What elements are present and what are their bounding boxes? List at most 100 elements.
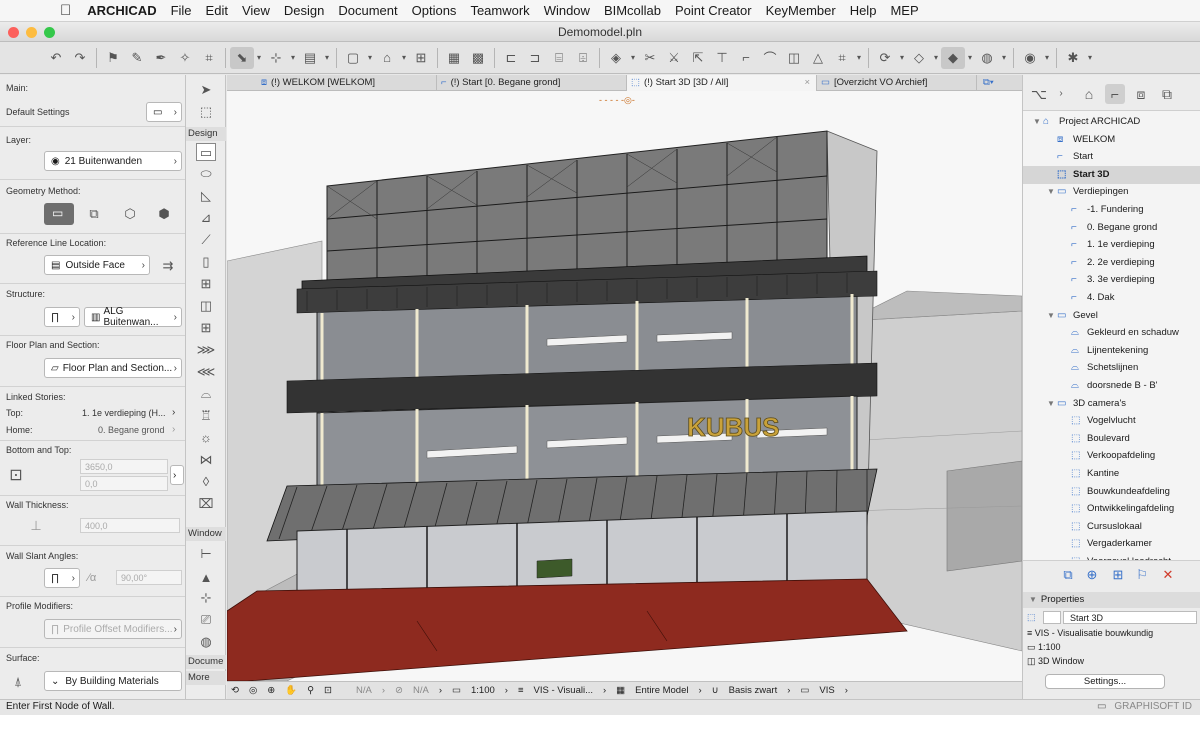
composite-selector[interactable]: ▥ ALG Buitenwan... › [84, 306, 182, 328]
navigator-item[interactable]: ⬚ Bouwkundeafdeling [1023, 483, 1170, 501]
favorites-button[interactable]: ▭ › [146, 102, 182, 122]
slab-icon[interactable]: ◺ [196, 187, 216, 205]
navigator-item[interactable]: ⬚ Cursuslokaal [1023, 518, 1142, 536]
measure-icon[interactable]: ⌗ [197, 47, 221, 69]
corner-icon[interactable]: ⌐ [734, 47, 758, 69]
chevron-down-icon[interactable]: ▾ [628, 47, 638, 69]
chevron-down-icon[interactable]: ▾ [1042, 47, 1052, 69]
new-folder-icon[interactable]: ⧉ [1059, 567, 1077, 585]
navigator-item[interactable]: ⌐ 1. 1e verdieping [1023, 236, 1155, 254]
menu-teamwork[interactable]: Teamwork [470, 3, 529, 18]
marquee-icon[interactable]: ⬚ [196, 103, 216, 121]
trim-icon[interactable]: ⊤ [710, 47, 734, 69]
object-icon[interactable]: ♖ [196, 407, 216, 425]
offset-icon[interactable]: ⇱ [686, 47, 710, 69]
navigator-item[interactable]: ▼ ⌂ Project ARCHICAD [1023, 113, 1140, 131]
teamwork-icon[interactable]: ⚑ [101, 47, 125, 69]
tab-list-button[interactable]: ⧉▾ [979, 75, 1021, 91]
distribute-icon[interactable]: ⊐ [523, 47, 547, 69]
guide-icon[interactable]: ▤ [298, 47, 322, 69]
toolbox-section-design[interactable]: Design [186, 127, 226, 141]
model-view-value[interactable]: Entire Model [635, 685, 688, 696]
chevron-down-icon[interactable]: ▾ [254, 47, 264, 69]
view-name-field[interactable]: Start 3D [1063, 611, 1197, 624]
navigator-item[interactable]: ⬚ Start 3D [1023, 165, 1200, 184]
curve-icon[interactable]: ⌒ [758, 47, 782, 69]
arrow-tool-icon[interactable]: ⬊ [230, 46, 254, 69]
scissors-icon[interactable]: ⚔ [662, 47, 686, 69]
settings-icon[interactable]: ⚐ [1133, 567, 1151, 585]
chevron-right-icon[interactable]: › [787, 685, 790, 696]
perspective-icon[interactable]: ◇ [907, 47, 931, 69]
hatch-icon[interactable]: ▩ [466, 47, 490, 69]
project-map-icon[interactable]: ⌂ [1079, 84, 1099, 104]
floor-plan-section-button[interactable]: ▱ Floor Plan and Section... › [44, 358, 182, 378]
shell-icon[interactable]: ⌓ [196, 385, 216, 403]
menu-file[interactable]: File [171, 3, 192, 18]
navigator-item[interactable]: ⬚ Ontwikkelingafdeling [1023, 500, 1174, 518]
pen-set-value[interactable]: Basis zwart [729, 685, 778, 696]
menu-keymember[interactable]: KeyMember [766, 3, 836, 18]
top-link-value[interactable]: 1. 1e verdieping (H... [82, 408, 166, 418]
wall-thickness-input[interactable]: 400,0 [80, 518, 180, 533]
view-map-icon[interactable]: ⌐ [1105, 84, 1125, 104]
toolbox-section-window[interactable]: Window [186, 527, 226, 541]
chevron-down-icon[interactable]: ▾ [999, 47, 1009, 69]
snap-icon[interactable]: ⊹ [264, 47, 288, 69]
navigator-item[interactable]: ⌓ Gekleurd en schaduw [1023, 324, 1179, 342]
3d-viewport[interactable]: KUBUS - - - - -◎- [227, 91, 1022, 681]
chevron-right-icon[interactable]: › [699, 685, 702, 696]
navigator-item[interactable]: ⌐ 3. 3e verdieping [1023, 271, 1155, 289]
undo-icon[interactable]: ↶ [44, 47, 68, 69]
globe-icon[interactable]: ◉ [1018, 47, 1042, 69]
rotate-icon[interactable]: ⟲ [231, 685, 239, 696]
split-icon[interactable]: ✂ [638, 47, 662, 69]
slant-type-selector[interactable]: ∏ › [44, 568, 80, 588]
mesh-icon[interactable]: ⋈ [196, 451, 216, 469]
navigator-item[interactable]: ▼ ▭ 3D camera's [1023, 395, 1126, 413]
orbit-icon[interactable]: ◎ [249, 685, 257, 696]
curtain-grid-icon[interactable]: ⊞ [196, 275, 216, 293]
polygon-wall-icon[interactable]: ⬡ [120, 205, 140, 223]
tab-start[interactable]: ⌐ (!) Start [0. Begane grond] [437, 75, 627, 91]
chevron-right-icon[interactable]: › [1051, 84, 1071, 104]
menu-options[interactable]: Options [412, 3, 457, 18]
chevron-down-icon[interactable]: ▾ [854, 47, 864, 69]
height-options-button[interactable]: › [170, 465, 184, 485]
fit-icon[interactable]: ⊡ [324, 685, 332, 696]
disclosure-triangle-icon[interactable]: ▼ [1047, 395, 1057, 413]
toolbox-section-document[interactable]: Docume [186, 655, 226, 669]
navigator-item[interactable]: ⬚ Verkoopafdeling [1023, 447, 1155, 465]
tab-overzicht[interactable]: ▭ [Overzicht VO Archief] [817, 75, 977, 91]
layout-book-icon[interactable]: ⧈ [1131, 84, 1151, 104]
clone-icon[interactable]: ⊞ [1109, 567, 1127, 585]
chevron-down-icon[interactable]: ▾ [897, 47, 907, 69]
beam-icon[interactable]: ⟋ [196, 231, 216, 249]
3d-view-icon[interactable]: ◆ [941, 46, 965, 69]
properties-header[interactable]: ▼ Properties [1023, 592, 1200, 608]
wall-offset-input[interactable]: 0,0 [80, 476, 168, 491]
rotate-3d-icon[interactable]: ⟳ [873, 47, 897, 69]
layer-combo-value[interactable]: VIS - Visuali... [534, 685, 594, 696]
inject-icon[interactable]: ✒ [149, 47, 173, 69]
publisher-icon[interactable]: ⧉ [1157, 84, 1177, 104]
navigator-item[interactable]: ⌓ Schetslijnen [1023, 359, 1138, 377]
menu-window[interactable]: Window [544, 3, 590, 18]
chevron-right-icon[interactable]: › [845, 685, 848, 696]
close-tab-icon[interactable]: × [804, 75, 810, 91]
navigator-item[interactable]: ⌐ Start [1023, 148, 1093, 166]
settings-button[interactable]: Settings... [1045, 674, 1165, 689]
render-icon[interactable]: ◍ [975, 47, 999, 69]
tab-welkom[interactable]: ⧈ (!) WELKOM [WELKOM] [257, 75, 437, 91]
pan-icon[interactable]: ✋ [285, 685, 297, 696]
menu-mep[interactable]: MEP [890, 3, 918, 18]
menu-design[interactable]: Design [284, 3, 324, 18]
section-icon[interactable]: ⌹ [571, 47, 595, 69]
navigator-mode-icon[interactable]: ⌥ [1029, 84, 1049, 104]
log-wall-icon[interactable]: ⬢ [154, 205, 174, 223]
mep-icon[interactable]: ✱ [1061, 47, 1085, 69]
drawing-icon[interactable]: ⎚ [196, 611, 216, 629]
apple-icon[interactable]:  [60, 2, 71, 19]
navigator-item[interactable]: ⌓ Lijnentekening [1023, 342, 1148, 360]
chevron-right-icon[interactable]: › [505, 685, 508, 696]
